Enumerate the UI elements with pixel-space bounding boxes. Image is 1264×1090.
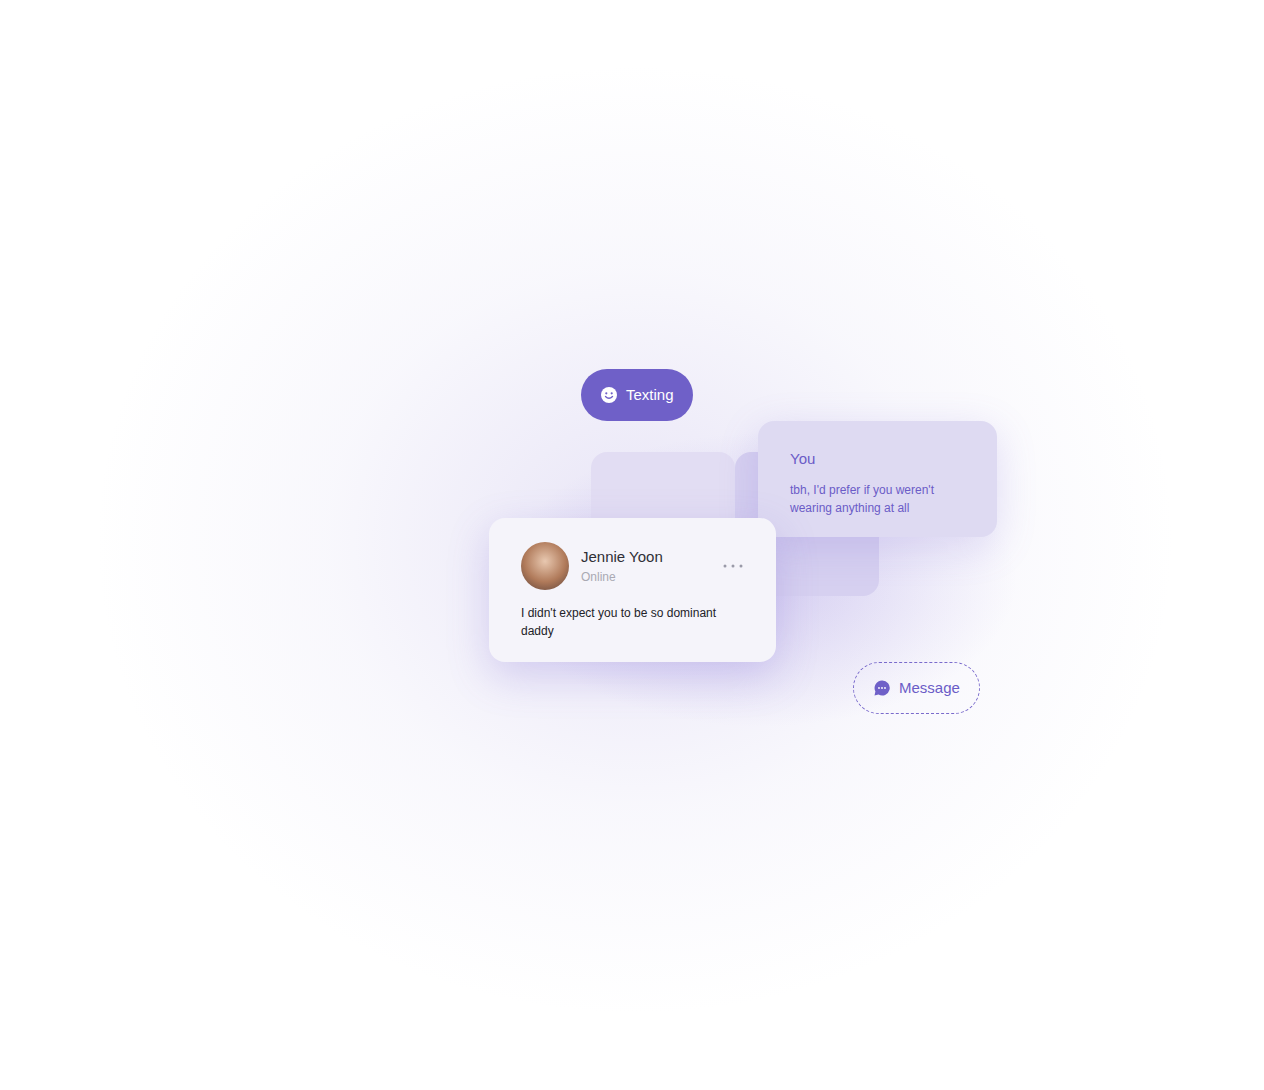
chat-message: I didn't expect you to be so dominant da… [521, 604, 744, 640]
reply-text: tbh, I'd prefer if you weren't wearing a… [790, 481, 965, 517]
message-label: Message [899, 677, 960, 700]
smile-icon [600, 386, 618, 404]
chat-card: Jennie YoonOnline I didn't expect you to … [489, 518, 776, 662]
message-button[interactable]: Message [853, 662, 980, 714]
contact-name: Jennie Yoon [581, 546, 710, 569]
canvas: Texting You tbh, I'd prefer if you weren't… [0, 0, 1264, 1090]
avatar[interactable] [521, 542, 569, 590]
chat-bubble-icon [873, 679, 891, 697]
chat-header: Jennie YoonOnline [521, 542, 744, 590]
contact-info: Jennie YoonOnline [581, 546, 710, 587]
texting-label: Texting [626, 384, 674, 407]
more-dots-icon[interactable] [722, 563, 744, 569]
reply-sender: You [790, 448, 965, 471]
reply-card: You tbh, I'd prefer if you weren't wearin… [758, 421, 997, 537]
texting-pill[interactable]: Texting [581, 369, 693, 421]
contact-status: Online [581, 568, 710, 586]
